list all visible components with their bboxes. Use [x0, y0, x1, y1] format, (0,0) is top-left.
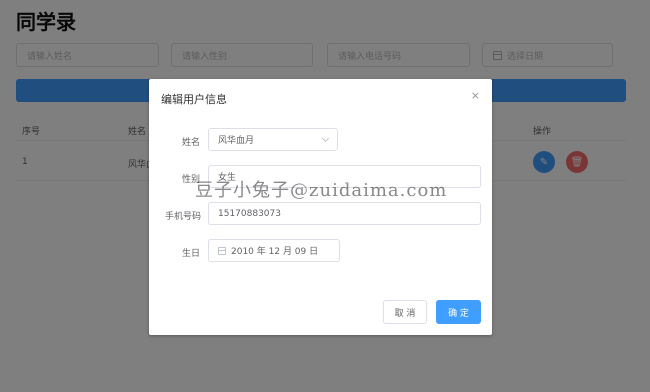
name-label: 姓名: [181, 138, 200, 148]
confirm-button-label: 确 定: [448, 308, 469, 319]
cancel-button-label: 取 消: [394, 308, 416, 319]
calendar-icon: [218, 246, 226, 255]
gender-input-value: 女生: [218, 173, 237, 183]
birthday-picker[interactable]: 2010 年 12 月 09 日: [208, 239, 340, 262]
birthday-picker-value: 2010 年 12 月 09 日: [231, 247, 319, 257]
edit-user-dialog: 编辑用户信息 × 姓名 风华血月 性别 女生 手机号码 15170883073 …: [149, 79, 492, 335]
dialog-title: 编辑用户信息: [161, 93, 227, 106]
name-select[interactable]: 风华血月: [208, 128, 338, 151]
phone-input-value: 15170883073: [218, 208, 281, 219]
confirm-button[interactable]: 确 定: [436, 300, 481, 324]
phone-label: 手机号码: [164, 212, 201, 222]
chevron-down-icon: [321, 134, 330, 143]
name-select-value: 风华血月: [218, 136, 255, 146]
birthday-label: 生日: [181, 249, 200, 259]
gender-input[interactable]: 女生: [208, 165, 481, 188]
cancel-button[interactable]: 取 消: [383, 300, 427, 324]
gender-label: 性别: [181, 175, 200, 185]
phone-input[interactable]: 15170883073: [208, 202, 481, 225]
close-icon[interactable]: ×: [471, 89, 480, 102]
